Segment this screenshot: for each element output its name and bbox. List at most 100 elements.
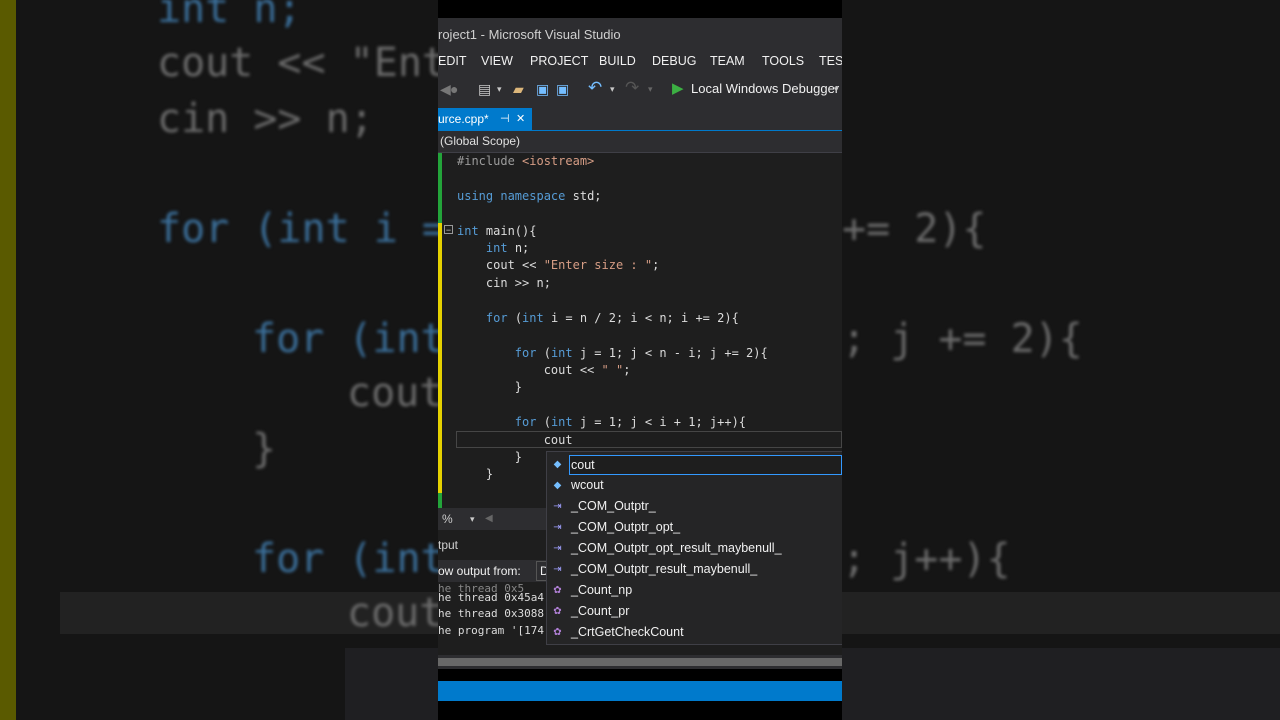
macro-icon: ⇥ bbox=[553, 522, 562, 533]
code-line: for (int i = n / 2; i < n; i += 2){ bbox=[485, 311, 739, 325]
variable-icon: ◆ bbox=[553, 459, 562, 470]
output-line: he program '[174 bbox=[438, 624, 544, 637]
zoom-dropdown-icon[interactable]: ▾ bbox=[470, 508, 475, 530]
code-line: cout << " "; bbox=[457, 363, 631, 377]
scope-label: (Global Scope) bbox=[440, 134, 521, 148]
function-icon: ✿ bbox=[553, 606, 562, 617]
pin-icon[interactable]: ⊣ bbox=[500, 108, 510, 130]
function-icon: ✿ bbox=[553, 627, 562, 638]
code-line: for (int j = 1; j < n - i; j += 2){ bbox=[514, 346, 768, 360]
menu-view[interactable]: VIEW bbox=[481, 54, 513, 68]
code-line: for (int j = 1; j < i + 1; j++){ bbox=[514, 415, 747, 429]
redo-dropdown-icon[interactable]: ▾ bbox=[648, 84, 653, 95]
redo-icon[interactable]: ↷ bbox=[625, 78, 639, 98]
item-label: _COM_Outptr_opt_ bbox=[571, 520, 681, 534]
item-label: _Count_pr bbox=[571, 604, 630, 618]
output-line: he thread 0x45a4 bbox=[438, 591, 544, 604]
macro-icon: ⇥ bbox=[553, 564, 562, 575]
intellisense-popup: ◆ cout ◆ wcout ⇥ _COM_Outptr_ ⇥ _COM_Out… bbox=[546, 451, 842, 645]
menu-project[interactable]: PROJECT bbox=[530, 54, 588, 68]
output-line: he thread 0x3088 bbox=[438, 607, 544, 620]
background-code-line: int n; bbox=[157, 0, 302, 32]
background-code-line: for (int bbox=[252, 536, 445, 582]
menu-bar: EDIT VIEW PROJECT BUILD DEBUG TEAM TOOLS… bbox=[438, 50, 842, 74]
item-label: _CrtGetCheckCount bbox=[571, 625, 684, 639]
variable-icon: ◆ bbox=[553, 480, 562, 491]
intellisense-item[interactable]: ⇥ _COM_Outptr_result_maybenull_ bbox=[547, 559, 842, 580]
background-code-line: for (int i = bbox=[157, 206, 446, 252]
function-icon: ✿ bbox=[553, 585, 562, 596]
scope-dropdown[interactable]: (Global Scope) bbox=[438, 131, 842, 153]
output-source-label: ow output from: bbox=[438, 564, 521, 578]
dropdown-arrow-icon[interactable]: ▾ bbox=[497, 84, 502, 95]
tab-label: urce.cpp* bbox=[438, 112, 489, 126]
menu-edit[interactable]: EDIT bbox=[438, 54, 466, 68]
window-title: roject1 - Microsoft Visual Studio bbox=[438, 27, 621, 42]
intellisense-item[interactable]: ⇥ _COM_Outptr_opt_ bbox=[547, 517, 842, 538]
background-code-line: cout bbox=[347, 590, 444, 636]
menu-team[interactable]: TEAM bbox=[710, 54, 745, 68]
background-code-line: for (int bbox=[252, 316, 445, 362]
menu-test[interactable]: TEST bbox=[819, 54, 842, 68]
code-line: using namespace std; bbox=[457, 189, 602, 203]
new-project-icon[interactable]: ▤ bbox=[478, 81, 491, 98]
zoom-level[interactable]: % bbox=[442, 508, 453, 530]
background-code-line: ; j += 2){ bbox=[842, 316, 1083, 362]
intellisense-item[interactable]: ✿ _Count_np bbox=[547, 580, 842, 601]
code-line: } bbox=[457, 467, 494, 481]
open-folder-icon[interactable]: ▰ bbox=[513, 81, 524, 98]
code-line: } bbox=[457, 380, 523, 394]
debugger-button[interactable]: Local Windows Debugger bbox=[691, 81, 839, 96]
change-marker-saved bbox=[438, 493, 442, 508]
intellisense-item[interactable]: ⇥ _COM_Outptr_opt_result_maybenull_ bbox=[547, 538, 842, 559]
code-line: #include <iostream> bbox=[457, 153, 594, 170]
status-bar bbox=[438, 681, 842, 701]
menu-build[interactable]: BUILD bbox=[599, 54, 636, 68]
change-marker-unsaved bbox=[438, 223, 442, 493]
debugger-dropdown-icon[interactable]: ▾ bbox=[834, 84, 839, 95]
intellisense-item[interactable]: ✿ _CrtGetCheckCount bbox=[547, 622, 842, 643]
include-directive: #include <iostream> bbox=[457, 154, 595, 168]
document-tab-bar: urce.cpp* ⊣ ✕ bbox=[438, 104, 842, 132]
code-line: cout << "Enter size : "; bbox=[457, 258, 660, 272]
code-line: cin >> n; bbox=[457, 276, 551, 290]
undo-dropdown-icon[interactable]: ▾ bbox=[610, 84, 615, 95]
forward-icon[interactable]: ● bbox=[450, 81, 458, 97]
undo-icon[interactable]: ↶ bbox=[588, 78, 602, 98]
save-all-icon[interactable]: ▣ bbox=[556, 81, 569, 98]
intellisense-item[interactable]: ◆ wcout bbox=[547, 475, 842, 496]
macro-icon: ⇥ bbox=[553, 501, 562, 512]
item-label: _COM_Outptr_result_maybenull_ bbox=[571, 562, 758, 576]
background-code-line: cout << "Ent bbox=[157, 40, 446, 86]
intellisense-item-selected[interactable]: ◆ cout bbox=[547, 454, 842, 475]
start-debug-icon[interactable]: ▶ bbox=[672, 79, 684, 97]
tab-source-cpp[interactable]: urce.cpp* ⊣ ✕ bbox=[438, 108, 532, 130]
change-marker-saved bbox=[438, 153, 442, 223]
title-bar: roject1 - Microsoft Visual Studio bbox=[438, 18, 842, 52]
code-line: int n; bbox=[485, 241, 530, 255]
menu-debug[interactable]: DEBUG bbox=[652, 54, 696, 68]
bottom-letterbox bbox=[438, 701, 842, 720]
output-title: tput bbox=[438, 538, 459, 552]
scroll-left-icon[interactable]: ◀ bbox=[485, 508, 493, 530]
scrollbar-thumb[interactable] bbox=[438, 658, 842, 666]
close-icon[interactable]: ✕ bbox=[516, 108, 525, 130]
save-icon[interactable]: ▣ bbox=[536, 81, 549, 98]
toolbar: ◀ ● ▤ ▾ ▰ ▣ ▣ ↶ ▾ ↷ ▾ ▶ Local Windows De… bbox=[438, 74, 842, 104]
item-label: _COM_Outptr_opt_result_maybenull_ bbox=[571, 541, 782, 555]
background-code-line: += 2){ bbox=[842, 206, 987, 252]
intellisense-item[interactable]: ⇥ _COM_Outptr_ bbox=[547, 496, 842, 517]
code-line: int main(){ bbox=[457, 224, 537, 238]
collapse-toggle-icon[interactable]: − bbox=[444, 225, 453, 235]
intellisense-item[interactable]: ✿ _Count_pr bbox=[547, 601, 842, 622]
horizontal-scrollbar[interactable] bbox=[438, 655, 842, 669]
menu-tools[interactable]: TOOLS bbox=[762, 54, 804, 68]
item-label: _Count_np bbox=[571, 583, 633, 597]
macro-icon: ⇥ bbox=[553, 543, 562, 554]
visual-studio-window: roject1 - Microsoft Visual Studio EDIT V… bbox=[438, 0, 842, 720]
code-line-current: cout bbox=[457, 433, 573, 447]
background-code-line: ; j++){ bbox=[842, 536, 1011, 582]
background-code-line: cout bbox=[347, 370, 444, 416]
item-label: wcout bbox=[571, 478, 604, 492]
background-gutter-strip bbox=[0, 0, 16, 720]
